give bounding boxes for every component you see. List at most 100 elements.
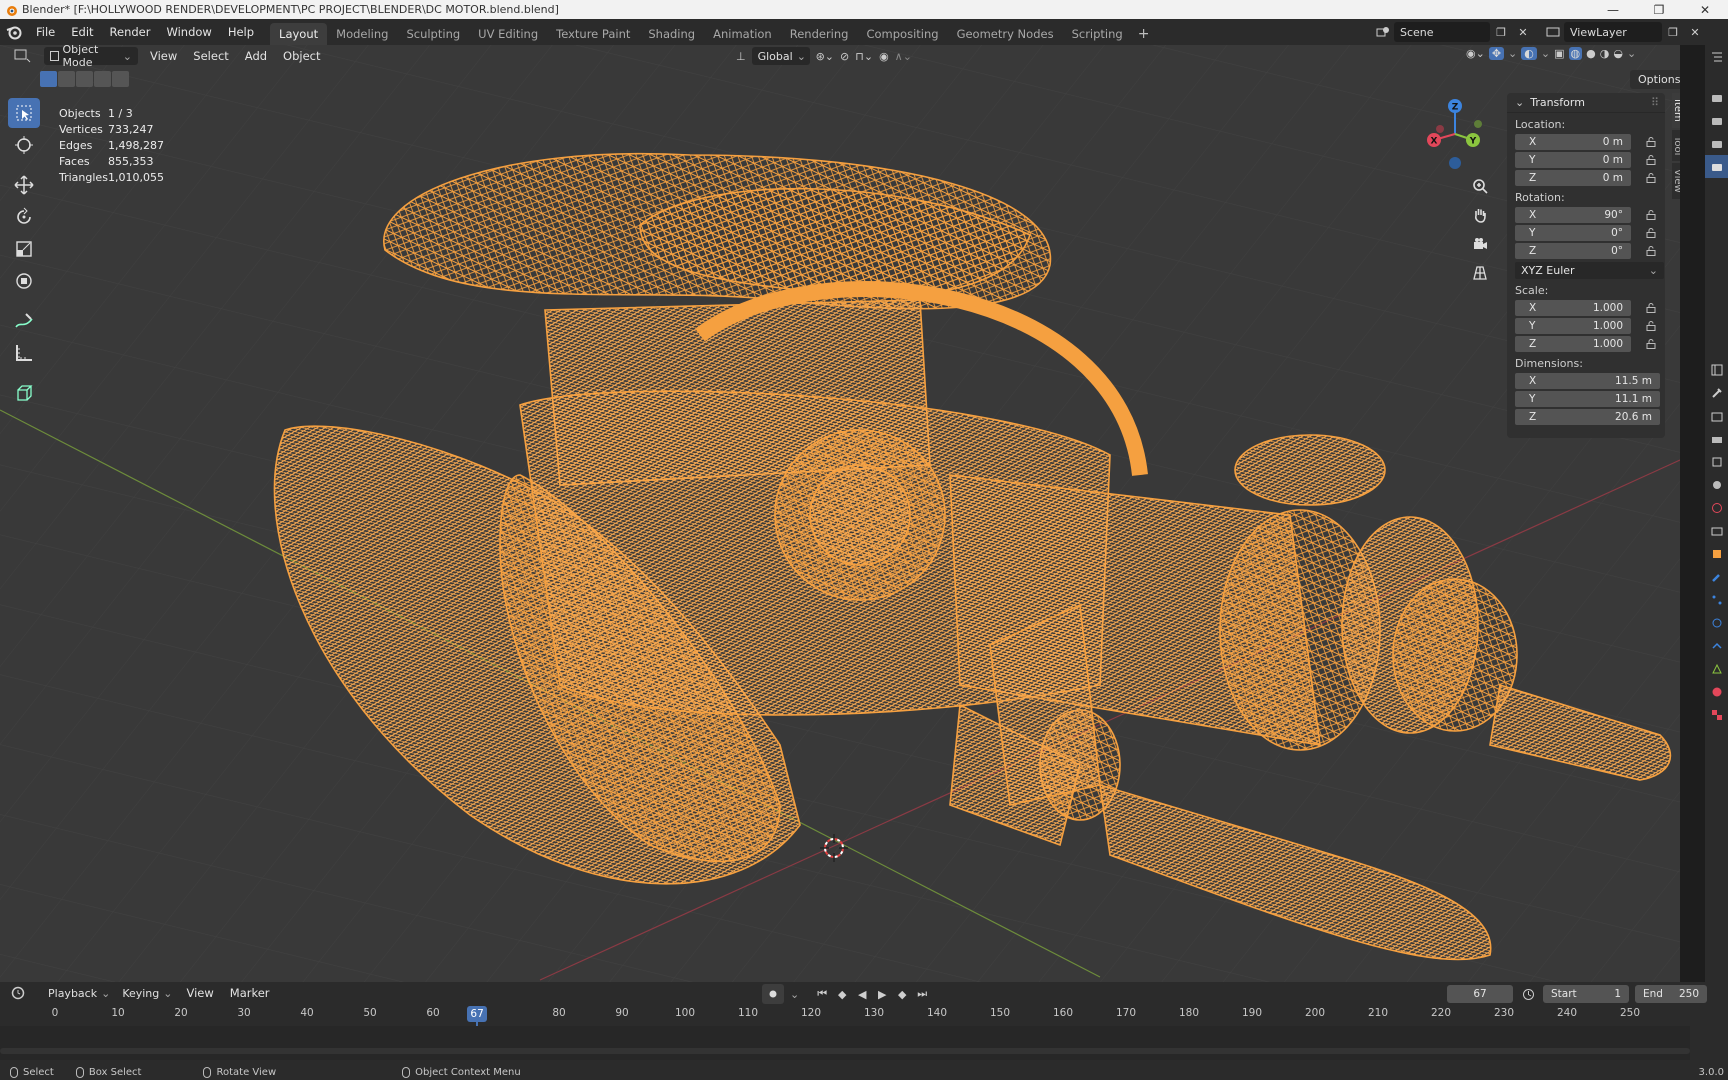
material-properties-icon[interactable] (1705, 680, 1728, 703)
viewport-menu-add[interactable]: Add (237, 49, 275, 63)
viewport-menu-select[interactable]: Select (185, 49, 236, 63)
camera-visibility-icon[interactable] (1705, 132, 1728, 155)
play-icon[interactable]: ▶ (873, 984, 891, 1004)
tool-properties-icon[interactable] (1705, 381, 1728, 404)
tab-rendering[interactable]: Rendering (781, 23, 858, 45)
add-workspace-icon[interactable]: + (1132, 23, 1156, 45)
select-box-tool[interactable] (8, 98, 40, 128)
solid-shading-icon[interactable]: ● (1586, 47, 1596, 60)
visibility-icon[interactable]: ◉⌄ (1466, 47, 1485, 60)
timeline-editor-type-icon[interactable] (8, 983, 30, 1003)
perspective-grid-icon[interactable] (1467, 260, 1493, 286)
dimensions-x-field[interactable]: X 11.5 m (1515, 372, 1660, 389)
material-shading-icon[interactable]: ◑ (1600, 47, 1610, 60)
tab-modeling[interactable]: Modeling (327, 23, 397, 45)
editor-type-icon[interactable] (8, 46, 38, 66)
output-properties-icon[interactable] (1705, 427, 1728, 450)
delete-view-layer-icon[interactable]: ✕ (1684, 22, 1706, 42)
annotate-tool[interactable] (8, 306, 40, 336)
menu-window[interactable]: Window (158, 21, 219, 43)
menu-render[interactable]: Render (102, 21, 159, 43)
rotate-tool[interactable] (8, 202, 40, 232)
jump-to-keyframe-prev-icon[interactable]: ◆ (833, 984, 851, 1004)
render-properties-icon[interactable] (1705, 404, 1728, 427)
lock-icon[interactable] (1642, 336, 1660, 352)
pivot-point-icon[interactable]: ⊛⌄ (816, 50, 834, 63)
scale-z-field[interactable]: Z 1.000 (1515, 335, 1631, 352)
keying-dropdown[interactable]: Keying ⌄ (116, 984, 178, 1002)
current-frame-indicator[interactable]: 67 (467, 1006, 488, 1022)
tab-layout[interactable]: Layout (270, 23, 328, 45)
rotation-mode-dropdown[interactable]: XYZ Euler ⌄ (1515, 262, 1664, 279)
modifier-properties-icon[interactable] (1705, 565, 1728, 588)
view-layer-field[interactable]: ViewLayer (1564, 22, 1662, 42)
scene-properties-icon[interactable] (1705, 473, 1728, 496)
timeline-menu-marker[interactable]: Marker (222, 986, 278, 1000)
transform-panel-header[interactable]: ⌄ Transform ⠿ (1507, 93, 1665, 113)
scale-tool[interactable] (8, 234, 40, 264)
dimensions-z-field[interactable]: Z 20.6 m (1515, 408, 1660, 425)
select-subtract-icon[interactable] (76, 71, 93, 87)
tab-tool[interactable]: Tool (1672, 129, 1680, 162)
scene-browse-icon[interactable] (1372, 22, 1394, 42)
location-x-field[interactable]: X 0 m (1515, 133, 1631, 150)
preview-range-clock-icon[interactable] (1519, 984, 1537, 1004)
tab-view[interactable]: View (1672, 163, 1680, 199)
snap-target-icon[interactable]: ⊓⌄ (855, 50, 873, 63)
menu-edit[interactable]: Edit (63, 21, 101, 43)
close-button[interactable]: ✕ (1682, 0, 1728, 19)
end-frame-field[interactable]: End 250 (1635, 985, 1707, 1003)
dimensions-y-field[interactable]: Y 11.1 m (1515, 390, 1660, 407)
location-z-field[interactable]: Z 0 m (1515, 169, 1631, 186)
snap-icon[interactable]: ⊘ (840, 50, 849, 63)
rotation-x-field[interactable]: X 90° (1515, 206, 1631, 223)
lock-icon[interactable] (1642, 152, 1660, 168)
rendered-shading-icon[interactable]: ◒ (1613, 47, 1623, 60)
jump-to-start-icon[interactable]: ⏮ (813, 984, 831, 1004)
constraint-properties-icon[interactable] (1705, 634, 1728, 657)
scene-name-field[interactable]: Scene (1394, 22, 1490, 42)
maximize-button[interactable]: ❐ (1636, 0, 1682, 19)
select-extend-icon[interactable] (58, 71, 75, 87)
pan-hand-icon[interactable] (1467, 202, 1493, 228)
rotation-z-field[interactable]: Z 0° (1515, 242, 1631, 259)
move-tool[interactable] (8, 170, 40, 200)
texture-properties-icon[interactable] (1705, 703, 1728, 726)
world-properties-icon[interactable] (1705, 496, 1728, 519)
tab-scripting[interactable]: Scripting (1063, 23, 1132, 45)
select-new-icon[interactable] (40, 71, 57, 87)
timeline-ruler[interactable]: 0 10 20 30 40 50 60 80 90 100 110 120 130 140 150 160 17… (0, 1004, 1728, 1060)
add-cube-tool[interactable] (8, 378, 40, 408)
gizmo-toggle-icon[interactable]: ✥ (1488, 47, 1505, 60)
wireframe-shading-icon[interactable]: ◍ (1568, 47, 1583, 60)
menu-file[interactable]: File (28, 21, 63, 43)
object-properties-icon[interactable] (1705, 542, 1728, 565)
overlay-options-icon[interactable]: ⌄ (1541, 47, 1550, 60)
play-reverse-icon[interactable]: ◀ (853, 984, 871, 1004)
tab-sculpting[interactable]: Sculpting (397, 23, 469, 45)
viewport-menu-object[interactable]: Object (275, 49, 328, 63)
new-scene-icon[interactable]: ❐ (1490, 22, 1512, 42)
3d-viewport[interactable]: Object Mode ⌄ View Select Add Object ⊥ G… (0, 45, 1680, 982)
lock-icon[interactable] (1642, 318, 1660, 334)
start-frame-field[interactable]: Start 1 (1543, 985, 1629, 1003)
tab-item[interactable]: Item (1672, 93, 1680, 128)
viewport-menu-view[interactable]: View (142, 49, 185, 63)
camera-view-icon[interactable] (1467, 231, 1493, 257)
jump-to-keyframe-next-icon[interactable]: ◆ (893, 984, 911, 1004)
view-layer-properties-icon[interactable] (1705, 450, 1728, 473)
select-invert-icon[interactable] (94, 71, 111, 87)
camera-visibility-icon[interactable] (1705, 155, 1728, 178)
measure-tool[interactable] (8, 338, 40, 368)
proportional-edit-icon[interactable]: ◉ (879, 50, 889, 63)
transform-tool[interactable] (8, 266, 40, 296)
playback-dropdown[interactable]: Playback ⌄ (42, 984, 116, 1002)
view-layer-browse-icon[interactable] (1542, 22, 1564, 42)
timeline-track[interactable] (0, 1026, 1690, 1060)
lock-icon[interactable] (1642, 300, 1660, 316)
overlay-toggle-icon[interactable]: ◐ (1521, 47, 1537, 60)
lock-icon[interactable] (1642, 225, 1660, 241)
collection-properties-icon[interactable] (1705, 519, 1728, 542)
drag-handle-icon[interactable]: ⠿ (1651, 96, 1659, 109)
menu-help[interactable]: Help (220, 21, 262, 43)
